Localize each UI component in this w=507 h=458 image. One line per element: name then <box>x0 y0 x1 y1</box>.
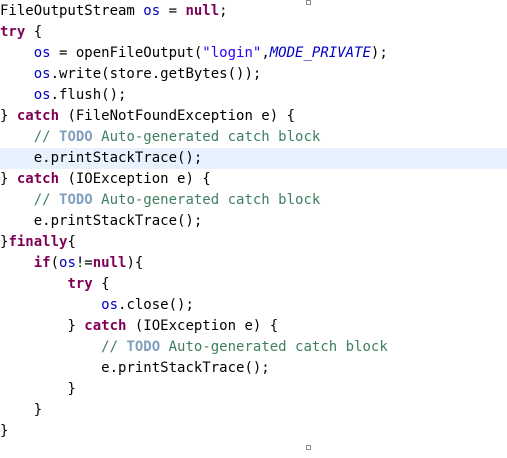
code-comment-line: // TODO Auto-generated catch block <box>101 339 388 355</box>
code-line: } catch (IOException e) { <box>67 318 279 334</box>
code-line: FileOutputStream os = null; <box>0 3 228 19</box>
code-line: try { <box>67 276 110 292</box>
code-line: os.write(store.getBytes()); <box>33 66 262 82</box>
code-editor[interactable]: FileOutputStream os = null; try { os = o… <box>0 0 507 458</box>
code-line: os = openFileOutput("login",MODE_PRIVATE… <box>33 45 388 61</box>
code-line: } <box>67 381 76 397</box>
code-line: } <box>33 402 43 418</box>
code-line: } <box>0 423 9 439</box>
code-line: e.printStackTrace(); <box>101 360 270 376</box>
code-line: os.flush(); <box>33 87 127 103</box>
code-line: e.printStackTrace(); <box>33 213 203 229</box>
code-line: try { <box>0 24 43 40</box>
code-line: if(os!=null){ <box>33 255 144 271</box>
code-line: } catch (IOException e) { <box>0 171 211 187</box>
code-comment-line: // TODO Auto-generated catch block <box>33 129 321 145</box>
current-line-highlight: e.printStackTrace(); <box>0 148 507 169</box>
code-line: } catch (FileNotFoundException e) { <box>0 108 296 124</box>
resize-handle-bottom[interactable] <box>306 445 311 450</box>
code-line: }finally{ <box>0 234 76 250</box>
resize-handle-top[interactable] <box>306 0 311 5</box>
code-line: os.close(); <box>101 297 194 313</box>
code-comment-line: // TODO Auto-generated catch block <box>33 192 321 208</box>
